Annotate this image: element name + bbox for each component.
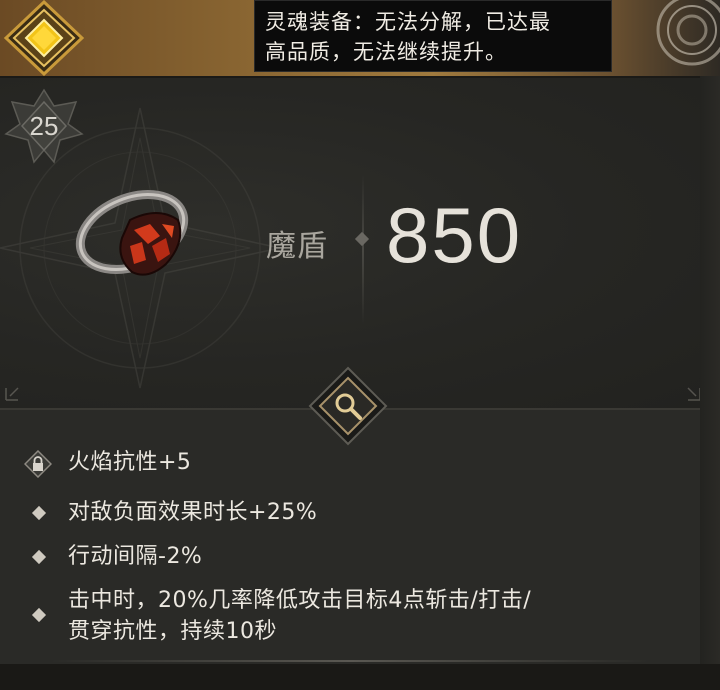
item-detail-card: 25 魔盾 850 火焰抗性+5 对敌负面效果时长+25% 行动间隔-2% 击中… xyxy=(0,78,704,668)
affix-item: 对敌负面效果时长+25% xyxy=(0,498,704,528)
affix-text: 对敌负面效果时长+25% xyxy=(68,500,318,525)
diamond-bullet-icon xyxy=(31,549,47,565)
affix-item: 火焰抗性+5 xyxy=(0,448,704,478)
item-header: 25 魔盾 850 xyxy=(0,78,704,408)
bottom-edge-panel xyxy=(0,664,720,690)
corner-ornament-right-icon xyxy=(687,387,701,401)
soul-equipment-tooltip: 灵魂装备：无法分解，已达最 高品质，无法继续提升。 xyxy=(254,0,612,72)
tooltip-line-1: 灵魂装备：无法分解，已达最 xyxy=(265,10,551,34)
diamond-bullet-icon xyxy=(31,607,47,623)
diamond-bullet-icon xyxy=(31,505,47,521)
affix-text: 行动间隔-2% xyxy=(68,544,203,569)
lock-icon xyxy=(24,450,52,478)
molten-ring-icon xyxy=(75,190,189,276)
affix-item: 行动间隔-2% xyxy=(0,542,704,572)
stat-label: 魔盾 xyxy=(266,229,328,264)
affix-text-line-1: 击中时，20%几率降低攻击目标4点斩击/打击/ xyxy=(68,588,532,613)
affix-text: 火焰抗性+5 xyxy=(68,450,192,475)
right-edge-panel xyxy=(700,76,720,690)
stat-separator-dot xyxy=(354,231,370,247)
stat-value: 850 xyxy=(386,191,523,279)
affix-item: 击中时，20%几率降低攻击目标4点斩击/打击/ 贯穿抗性，持续10秒 xyxy=(0,586,704,650)
item-level: 25 xyxy=(29,110,59,141)
soul-gem-badge-icon[interactable] xyxy=(2,0,86,76)
affix-list: 火焰抗性+5 对敌负面效果时长+25% 行动间隔-2% 击中时，20%几率降低攻… xyxy=(0,410,704,668)
affix-text-line-2: 贯穿抗性，持续10秒 xyxy=(68,619,277,644)
bottom-divider xyxy=(50,660,650,662)
stat-separator xyxy=(362,174,364,324)
inspect-magnifier-button[interactable] xyxy=(308,366,388,446)
tooltip-line-2: 高品质，无法继续提升。 xyxy=(265,40,507,64)
corner-ornament-left-icon xyxy=(5,387,19,401)
swirl-ornament-icon xyxy=(656,0,720,66)
